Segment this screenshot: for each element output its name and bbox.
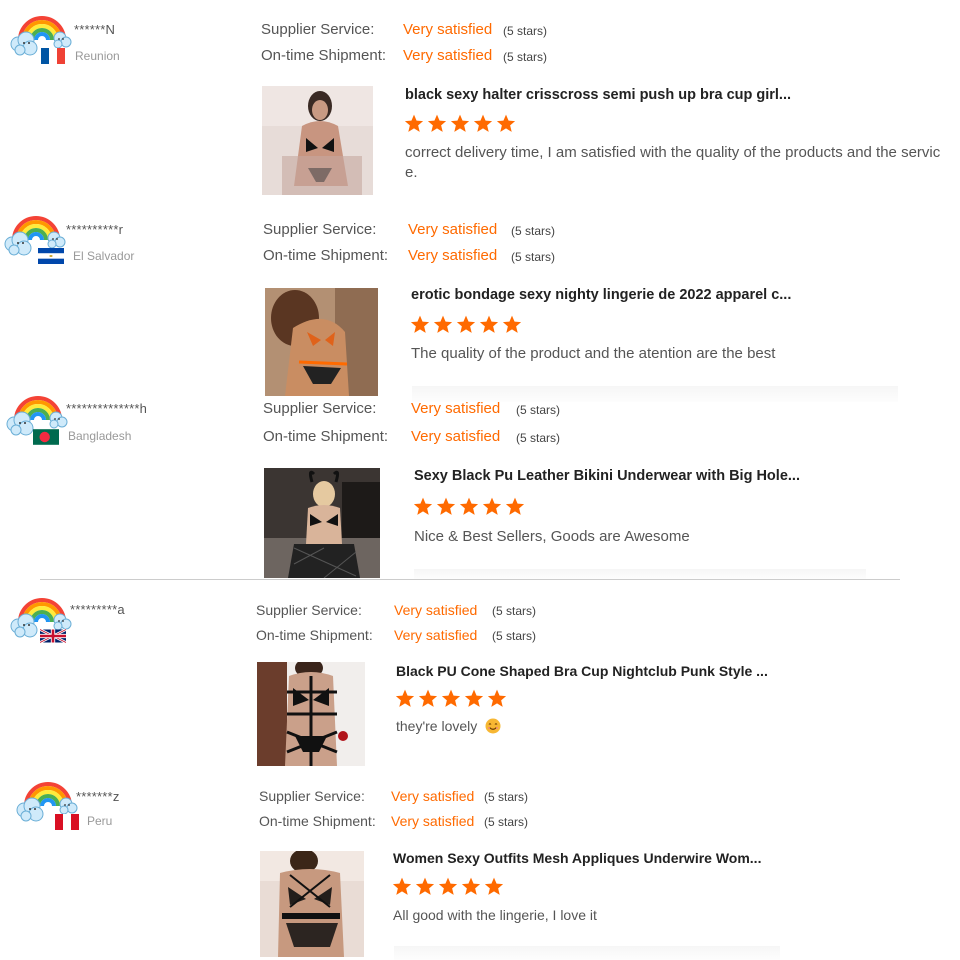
star-icon — [392, 877, 412, 896]
star-icon — [473, 114, 493, 133]
shipment-label: On-time Shipment: — [263, 247, 389, 264]
star-icon — [450, 114, 470, 133]
review-comment-line: All good with the lingerie, I love it — [393, 907, 597, 923]
el-salvador-flag-icon — [38, 248, 64, 264]
shipment-label: On-time Shipment: — [256, 627, 373, 643]
product-thumbnail[interactable] — [257, 662, 365, 766]
star-icon — [415, 877, 435, 896]
product-title[interactable]: Women Sexy Outfits Mesh Appliques Underw… — [393, 850, 761, 866]
star-icon — [395, 689, 415, 708]
star-icon — [441, 689, 461, 708]
review-comment: All good with the lingerie, I love it — [393, 905, 913, 925]
product-thumbnail[interactable] — [262, 86, 373, 195]
review-comment-line: Nice & Best Sellers, Goods are Awesome — [414, 528, 690, 545]
product-thumbnail[interactable] — [264, 468, 380, 578]
star-icon — [456, 315, 476, 334]
rating-stars — [404, 114, 516, 133]
reply-placeholder — [394, 946, 780, 960]
uk-flag-icon — [40, 628, 66, 644]
bangladesh-flag-icon — [33, 429, 59, 445]
star-icon — [433, 315, 453, 334]
reviewer-name: ******N — [74, 22, 116, 37]
supplier-service-value: Very satisfied — [403, 21, 493, 38]
product-title[interactable]: black sexy halter crisscross semi push u… — [405, 87, 791, 103]
reviewer-country: Peru — [87, 814, 113, 828]
review-comment-line: The quality of the product and the atent… — [411, 345, 776, 362]
reviewer-country: El Salvador — [73, 249, 135, 263]
france-flag-icon — [40, 48, 66, 64]
section-divider — [40, 579, 900, 580]
product-thumbnail[interactable] — [260, 851, 364, 957]
reviewer-name: *********a — [70, 602, 125, 617]
star-icon — [461, 877, 481, 896]
shipment-stars: (5 stars) — [484, 815, 529, 829]
star-icon — [436, 497, 456, 516]
supplier-service-value: Very satisfied — [391, 788, 475, 804]
shipment-stars: (5 stars) — [511, 250, 556, 264]
supplier-service-value: Very satisfied — [408, 221, 498, 238]
shipment-label: On-time Shipment: — [259, 813, 376, 829]
star-icon — [484, 877, 504, 896]
star-icon — [482, 497, 502, 516]
shipment-stars: (5 stars) — [503, 50, 548, 64]
review-comment: The quality of the product and the atent… — [411, 344, 931, 364]
supplier-service-label: Supplier Service: — [259, 788, 365, 804]
supplier-service-label: Supplier Service: — [256, 602, 362, 618]
star-icon — [496, 114, 516, 133]
product-title[interactable]: erotic bondage sexy nighty lingerie de 2… — [411, 287, 791, 303]
review-comment: they're lovely — [396, 716, 916, 739]
star-icon — [418, 689, 438, 708]
product-title[interactable]: Black PU Cone Shaped Bra Cup Nightclub P… — [396, 663, 768, 679]
shipment-label: On-time Shipment: — [263, 428, 389, 445]
shipment-stars: (5 stars) — [492, 629, 537, 643]
star-icon — [502, 315, 522, 334]
review-comment-line: e. — [405, 164, 418, 181]
star-icon — [427, 114, 447, 133]
reviewer-country: Reunion — [75, 49, 120, 63]
review-comment-line: correct delivery time, I am satisfied wi… — [405, 144, 941, 161]
shipment-value: Very satisfied — [394, 627, 478, 643]
star-icon — [459, 497, 479, 516]
supplier-service-value: Very satisfied — [394, 602, 478, 618]
review-comment-line: they're lovely — [396, 718, 478, 734]
reviewer-name: **********r — [66, 222, 124, 237]
supplier-service-stars: (5 stars) — [492, 604, 537, 618]
shipment-label: On-time Shipment: — [261, 47, 387, 64]
review-comment: Nice & Best Sellers, Goods are Awesome — [414, 527, 934, 547]
supplier-service-label: Supplier Service: — [261, 21, 375, 38]
reply-placeholder — [414, 569, 866, 579]
shipment-value: Very satisfied — [403, 47, 493, 64]
product-thumbnail[interactable] — [265, 288, 378, 396]
shipment-stars: (5 stars) — [516, 431, 561, 445]
smiling-face-emoji-icon — [485, 718, 501, 739]
reviewer-name: *******z — [76, 789, 120, 804]
peru-flag-icon — [54, 814, 80, 830]
supplier-service-label: Supplier Service: — [263, 221, 377, 238]
star-icon — [479, 315, 499, 334]
supplier-service-stars: (5 stars) — [516, 403, 561, 417]
star-icon — [404, 114, 424, 133]
rating-stars — [413, 497, 525, 516]
review-comment: correct delivery time, I am satisfied wi… — [405, 143, 960, 183]
star-icon — [505, 497, 525, 516]
supplier-service-value: Very satisfied — [411, 400, 501, 417]
reviewer-name: **************h — [66, 401, 148, 416]
rating-stars — [395, 689, 507, 708]
star-icon — [487, 689, 507, 708]
star-icon — [438, 877, 458, 896]
rating-stars — [410, 315, 522, 334]
shipment-value: Very satisfied — [411, 428, 501, 445]
supplier-service-stars: (5 stars) — [511, 224, 556, 238]
star-icon — [410, 315, 430, 334]
reviewer-country: Bangladesh — [68, 429, 132, 443]
rating-stars — [392, 877, 504, 896]
shipment-value: Very satisfied — [391, 813, 475, 829]
supplier-service-stars: (5 stars) — [503, 24, 548, 38]
supplier-service-label: Supplier Service: — [263, 400, 377, 417]
product-title[interactable]: Sexy Black Pu Leather Bikini Underwear w… — [414, 468, 800, 484]
supplier-service-stars: (5 stars) — [484, 790, 529, 804]
star-icon — [464, 689, 484, 708]
star-icon — [413, 497, 433, 516]
shipment-value: Very satisfied — [408, 247, 498, 264]
